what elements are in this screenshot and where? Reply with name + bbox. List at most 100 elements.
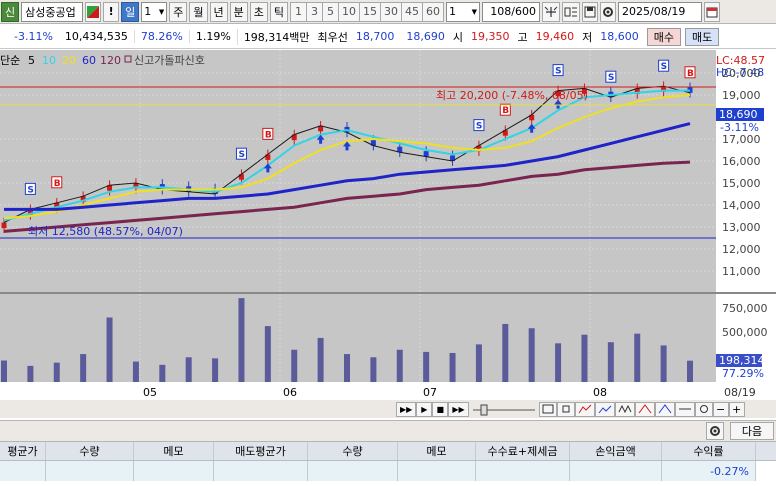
minute-button-45[interactable]: 45 [401, 1, 422, 22]
period-button-year[interactable]: 년 [209, 1, 228, 22]
save-icon[interactable] [582, 1, 598, 22]
zoom-in-icon[interactable] [538, 401, 557, 417]
chart-type-icon[interactable] [614, 401, 635, 417]
count-field[interactable]: 108/600 [482, 1, 540, 22]
legend-signal: 신고가돌파신호 [134, 54, 205, 67]
gear-icon[interactable] [600, 1, 616, 22]
quote-bar: -3.11% 10,434,535 78.26% 1.19% 198,314백만… [0, 25, 776, 49]
price-tick-label: 12,000 [722, 243, 761, 256]
column-header-fees-taxes: 수수료+제세금 [476, 442, 570, 460]
tools-icon[interactable] [562, 1, 580, 22]
volume-bar [27, 365, 34, 382]
minute-button-3[interactable]: 3 [306, 1, 322, 22]
signal-marker-label: B [502, 106, 509, 116]
minute-button-30[interactable]: 30 [380, 1, 401, 22]
ask-price: 18,700 [355, 30, 395, 43]
table-row[interactable]: -0.27% [0, 461, 776, 481]
chart-type-icon[interactable] [634, 401, 655, 417]
high-annotation: 최고 20,200 (-7.48%, 08/05) [436, 89, 588, 102]
signal-marker-label: B [54, 179, 61, 189]
trade-table-header: 평균가 수량 메모 매도평균가 수량 메모 수수료+제세금 손익금액 수익률 [0, 442, 776, 461]
period-button-second[interactable]: 초 [249, 1, 268, 22]
minute-button-1[interactable]: 1 [290, 1, 306, 22]
trade-panel-header: 다음 [0, 420, 776, 442]
date-field[interactable]: 2025/08/19 [618, 1, 702, 22]
column-header-sell-memo: 메모 [398, 442, 476, 460]
volume-percent: 77.29% [722, 367, 764, 380]
minute-button-10[interactable]: 10 [338, 1, 359, 22]
scroll-back-button[interactable]: ▶▶ [396, 401, 417, 417]
volume-bar [555, 343, 562, 382]
volume: 10,434,535 [64, 30, 128, 43]
period-button-week[interactable]: 주 [169, 1, 188, 22]
price-tick-label: 16,000 [722, 155, 761, 168]
column-header-avg-price: 평균가 [0, 442, 46, 460]
price-tick-label: 14,000 [722, 199, 761, 212]
crosshair-icon[interactable] [542, 1, 560, 22]
minute-button-5[interactable]: 5 [322, 1, 338, 22]
minute-button-group: 1 3 5 10 15 30 45 60 [290, 1, 444, 22]
play-button[interactable]: ▶ [416, 401, 433, 417]
minute-button-15[interactable]: 15 [359, 1, 380, 22]
chart-type-icon[interactable] [674, 401, 695, 417]
day-value-select[interactable]: 1 ▼ [141, 1, 168, 22]
zoom-out-icon[interactable] [556, 401, 575, 417]
price-chart[interactable]: S B S B S B S S S B 단순 5 10 20 60 120 신고가돌파신호 최고 … [0, 50, 776, 398]
zoom-slider[interactable] [469, 402, 539, 417]
volume-bar [687, 360, 693, 382]
cell-qty[interactable] [46, 461, 134, 481]
period-button-month[interactable]: 월 [189, 1, 208, 22]
cell-avg-price[interactable] [0, 461, 46, 481]
current-change: -3.11% [720, 121, 759, 134]
current-price: 18,690 [719, 108, 758, 121]
color-picker-icon[interactable] [85, 1, 102, 22]
cell-memo[interactable] [134, 461, 214, 481]
column-header-qty: 수량 [46, 442, 134, 460]
legend-ma-5: 5 [28, 54, 35, 67]
interval-value: 1 [449, 5, 456, 18]
zoom-out-minus-icon[interactable]: − [712, 401, 729, 417]
cell-return[interactable]: -0.27% [662, 461, 756, 481]
stock-badge[interactable]: 신 [1, 1, 20, 22]
zoom-in-plus-icon[interactable]: + [728, 401, 745, 417]
alert-button[interactable]: ! [103, 1, 120, 22]
stop-button[interactable]: ■ [432, 401, 449, 417]
buy-button[interactable]: 매수 [646, 27, 682, 46]
toolbar: 신 삼성중공업 ! 일 1 ▼ 주 월 년 분 초 틱 1 3 5 10 15 … [0, 0, 776, 24]
high-price: 19,460 [535, 30, 575, 43]
price-tick-label: 19,000 [722, 89, 761, 102]
volume-bar [106, 317, 113, 382]
open-label: 시 [452, 30, 464, 44]
cell-sell-avg-price[interactable] [214, 461, 308, 481]
calendar-icon[interactable] [704, 1, 720, 22]
sell-button[interactable]: 매도 [685, 27, 720, 46]
column-header-spacer [756, 442, 776, 460]
interval-select[interactable]: 1 ▼ [446, 1, 480, 22]
gear-icon[interactable] [706, 422, 724, 440]
cell-fees-taxes[interactable] [476, 461, 570, 481]
cell-profit-amount[interactable] [570, 461, 662, 481]
chart-type-icon[interactable] [594, 401, 615, 417]
period-button-minute[interactable]: 분 [229, 1, 248, 22]
cell-sell-memo[interactable] [398, 461, 476, 481]
stock-name-field[interactable]: 삼성중공업 [21, 1, 84, 22]
reset-icon[interactable] [694, 401, 713, 417]
chart-type-icon[interactable] [574, 401, 595, 417]
minute-button-60[interactable]: 60 [422, 1, 444, 22]
day-period-button[interactable]: 일 [121, 1, 140, 22]
chart-type-icon[interactable] [654, 401, 675, 417]
volume-bar [132, 361, 139, 382]
volume-bar [528, 328, 535, 382]
scrollbar[interactable] [756, 461, 776, 481]
day-value: 1 [144, 5, 152, 18]
legend-ma-label: 단순 [0, 54, 20, 67]
bid-price: 18,690 [406, 30, 445, 43]
signal-marker-label: S [476, 122, 482, 132]
column-header-memo: 메모 [134, 442, 214, 460]
period-button-tick[interactable]: 틱 [269, 1, 288, 22]
cell-sell-qty[interactable] [308, 461, 398, 481]
price-tick-label: 20,000 [722, 67, 761, 80]
volume-bar [238, 298, 245, 382]
next-button[interactable]: 다음 [730, 422, 774, 440]
scroll-forward-button[interactable]: ▶▶ [448, 401, 469, 417]
